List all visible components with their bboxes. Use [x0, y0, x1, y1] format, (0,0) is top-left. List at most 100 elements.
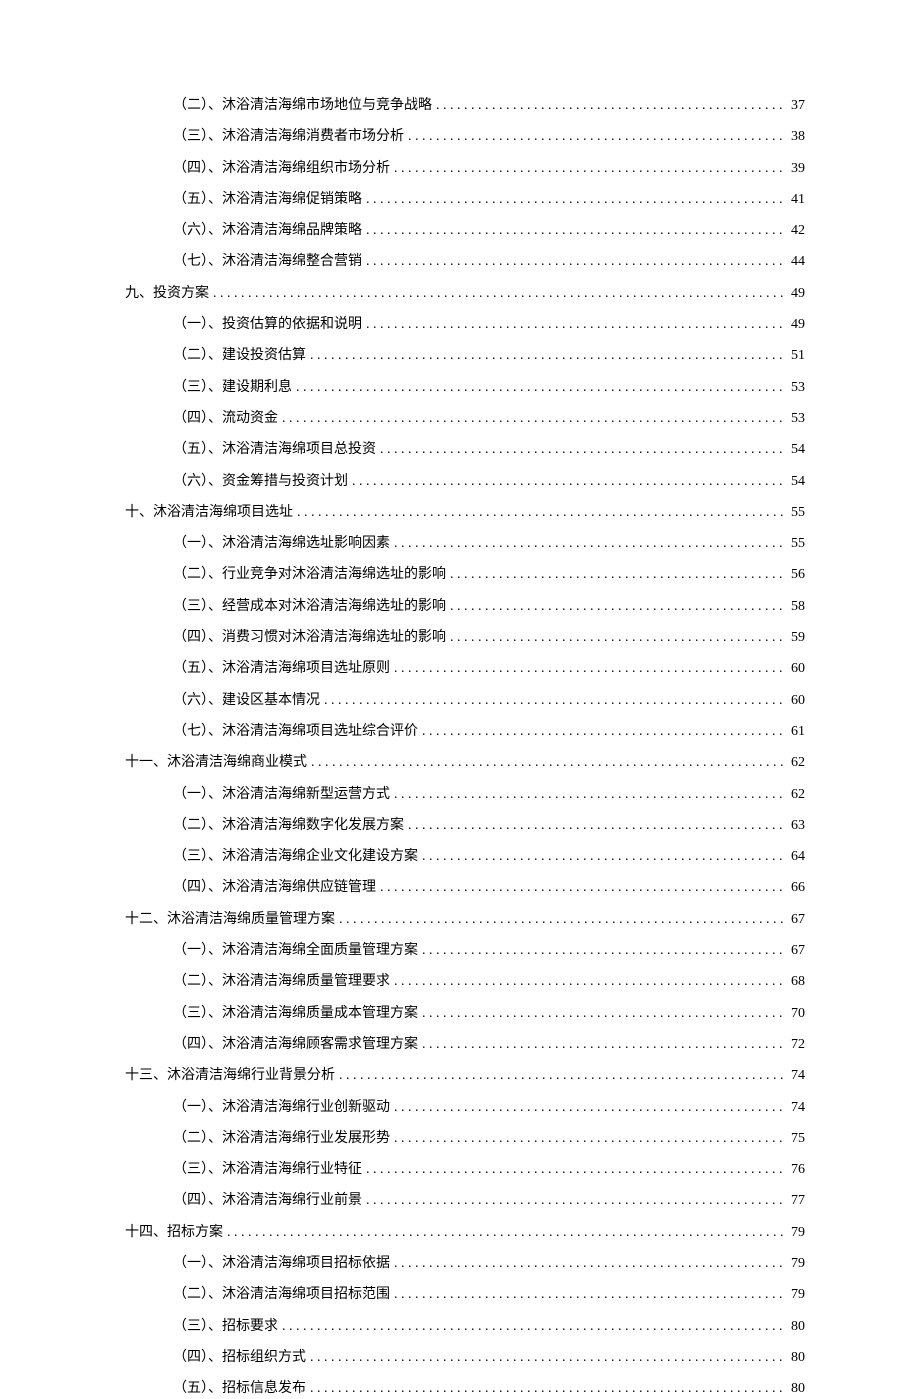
- toc-entry-title: （四）、沐浴清洁海绵供应链管理: [173, 877, 376, 898]
- toc-entry-page: 61: [787, 721, 805, 742]
- toc-entry-title: （二）、建设投资估算: [173, 345, 306, 366]
- toc-entry: 十三、沐浴清洁海绵行业背景分析74: [125, 1065, 805, 1086]
- toc-entry: （二）、沐浴清洁海绵数字化发展方案 63: [125, 815, 805, 836]
- toc-entry-page: 79: [787, 1222, 805, 1243]
- toc-entry: （一）、投资估算的依据和说明 49: [125, 314, 805, 335]
- toc-leader-dots: [296, 377, 783, 391]
- toc-entry: （六）、建设区基本情况60: [125, 690, 805, 711]
- toc-entry-title: （六）、沐浴清洁海绵品牌策略: [173, 220, 362, 241]
- toc-entry: （一）、沐浴清洁海绵选址影响因素55: [125, 533, 805, 554]
- toc-entry: （二）、沐浴清洁海绵市场地位与竞争战略 37: [125, 95, 805, 116]
- toc-entry-title: （一）、沐浴清洁海绵行业创新驱动: [173, 1097, 390, 1118]
- toc-entry-title: （七）、沐浴清洁海绵整合营销: [173, 251, 362, 272]
- toc-entry: （五）、沐浴清洁海绵项目选址原则60: [125, 658, 805, 679]
- toc-entry-title: （二）、沐浴清洁海绵项目招标范围: [173, 1284, 390, 1305]
- toc-entry: （三）、建设期利息 53: [125, 377, 805, 398]
- toc-entry-page: 55: [787, 533, 805, 554]
- toc-entry-page: 60: [787, 690, 805, 711]
- toc-leader-dots: [394, 1284, 783, 1298]
- toc-entry-page: 74: [787, 1065, 805, 1086]
- toc-entry-title: 十二、沐浴清洁海绵质量管理方案: [125, 909, 335, 930]
- toc-leader-dots: [394, 158, 783, 172]
- toc-leader-dots: [213, 283, 783, 297]
- toc-entry-page: 79: [787, 1284, 805, 1305]
- toc-entry: （四）、沐浴清洁海绵顾客需求管理方案72: [125, 1034, 805, 1055]
- toc-entry: （四）、招标组织方式80: [125, 1347, 805, 1368]
- toc-entry-title: （二）、沐浴清洁海绵市场地位与竞争战略: [173, 95, 432, 116]
- toc-entry-page: 49: [787, 314, 805, 335]
- toc-entry-page: 56: [787, 564, 805, 585]
- toc-entry-title: （四）、沐浴清洁海绵组织市场分析: [173, 158, 390, 179]
- toc-entry-page: 49: [787, 283, 805, 304]
- toc-entry-page: 68: [787, 971, 805, 992]
- toc-entry-title: 九、投资方案: [125, 283, 209, 304]
- toc-entry-title: 十一、沐浴清洁海绵商业模式: [125, 752, 307, 773]
- toc-entry-page: 53: [787, 377, 805, 398]
- toc-entry: （二）、沐浴清洁海绵项目招标范围 79: [125, 1284, 805, 1305]
- toc-entry-page: 74: [787, 1097, 805, 1118]
- toc-leader-dots: [380, 877, 783, 891]
- toc-entry-title: （一）、沐浴清洁海绵项目招标依据: [173, 1253, 390, 1274]
- toc-entry-page: 59: [787, 627, 805, 648]
- toc-entry-title: （三）、建设期利息: [173, 377, 292, 398]
- toc-leader-dots: [408, 815, 783, 829]
- toc-entry-title: （六）、资金筹措与投资计划: [173, 471, 348, 492]
- toc-leader-dots: [394, 533, 783, 547]
- toc-entry-title: （二）、沐浴清洁海绵行业发展形势: [173, 1128, 390, 1149]
- toc-entry-title: （一）、投资估算的依据和说明: [173, 314, 362, 335]
- toc-entry-page: 54: [787, 439, 805, 460]
- toc-entry: （一）、沐浴清洁海绵项目招标依据79: [125, 1253, 805, 1274]
- toc-entry-title: （二）、沐浴清洁海绵数字化发展方案: [173, 815, 404, 836]
- toc-entry-page: 64: [787, 846, 805, 867]
- toc-entry-title: 十、沐浴清洁海绵项目选址: [125, 502, 293, 523]
- toc-entry-page: 70: [787, 1003, 805, 1024]
- toc-leader-dots: [339, 1065, 783, 1079]
- toc-leader-dots: [450, 564, 783, 578]
- toc-entry-page: 37: [787, 95, 805, 116]
- toc-entry: （二）、建设投资估算51: [125, 345, 805, 366]
- toc-entry-page: 75: [787, 1128, 805, 1149]
- toc-entry: 十、沐浴清洁海绵项目选址55: [125, 502, 805, 523]
- toc-leader-dots: [366, 220, 783, 234]
- toc-entry: 十一、沐浴清洁海绵商业模式62: [125, 752, 805, 773]
- toc-leader-dots: [422, 846, 783, 860]
- toc-entry-title: （二）、行业竞争对沐浴清洁海绵选址的影响: [173, 564, 446, 585]
- toc-leader-dots: [227, 1222, 783, 1236]
- toc-entry-title: （三）、经营成本对沐浴清洁海绵选址的影响: [173, 596, 446, 617]
- toc-entry: （五）、沐浴清洁海绵项目总投资54: [125, 439, 805, 460]
- toc-leader-dots: [422, 940, 783, 954]
- toc-entry-page: 63: [787, 815, 805, 836]
- toc-entry: （二）、沐浴清洁海绵质量管理要求68: [125, 971, 805, 992]
- toc-entry-title: （五）、沐浴清洁海绵促销策略: [173, 189, 362, 210]
- toc-entry: （一）、沐浴清洁海绵行业创新驱动 74: [125, 1097, 805, 1118]
- toc-entry-title: （三）、沐浴清洁海绵消费者市场分析: [173, 126, 404, 147]
- toc-entry-page: 62: [787, 784, 805, 805]
- toc-entry: （七）、沐浴清洁海绵项目选址综合评价 61: [125, 721, 805, 742]
- toc-entry-title: （四）、流动资金: [173, 408, 278, 429]
- toc-entry-page: 58: [787, 596, 805, 617]
- toc-leader-dots: [366, 251, 783, 265]
- toc-leader-dots: [310, 1378, 783, 1392]
- toc-entry: （二）、沐浴清洁海绵行业发展形势 75: [125, 1128, 805, 1149]
- toc-entry: （三）、经营成本对沐浴清洁海绵选址的影响 58: [125, 596, 805, 617]
- toc-entry: （七）、沐浴清洁海绵整合营销44: [125, 251, 805, 272]
- toc-entry-page: 67: [787, 909, 805, 930]
- toc-entry-page: 54: [787, 471, 805, 492]
- toc-leader-dots: [366, 314, 783, 328]
- toc-entry-page: 80: [787, 1316, 805, 1337]
- toc-entry: 十二、沐浴清洁海绵质量管理方案 67: [125, 909, 805, 930]
- toc-leader-dots: [450, 596, 783, 610]
- toc-entry: （四）、沐浴清洁海绵供应链管理66: [125, 877, 805, 898]
- toc-leader-dots: [380, 439, 783, 453]
- toc-leader-dots: [422, 721, 783, 735]
- toc-entry-page: 38: [787, 126, 805, 147]
- toc-entry: （四）、沐浴清洁海绵行业前景77: [125, 1190, 805, 1211]
- toc-entry: （五）、沐浴清洁海绵促销策略 41: [125, 189, 805, 210]
- toc-leader-dots: [394, 784, 783, 798]
- toc-leader-dots: [339, 909, 783, 923]
- toc-entry: （三）、沐浴清洁海绵消费者市场分析 38: [125, 126, 805, 147]
- toc-leader-dots: [436, 95, 783, 109]
- toc-entry-title: （七）、沐浴清洁海绵项目选址综合评价: [173, 721, 418, 742]
- toc-entry-page: 41: [787, 189, 805, 210]
- toc-entry-title: （三）、沐浴清洁海绵质量成本管理方案: [173, 1003, 418, 1024]
